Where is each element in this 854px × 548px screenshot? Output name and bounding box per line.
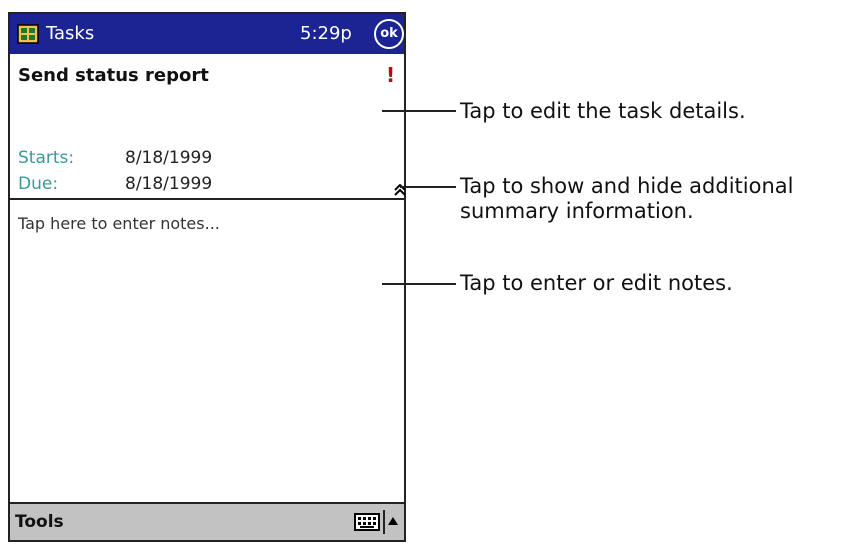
callout-show-hide-line2: summary information.	[460, 199, 694, 223]
notes-placeholder: Tap here to enter notes...	[18, 214, 220, 233]
app-title: Tasks	[46, 23, 95, 44]
callout-edit-notes: Tap to enter or edit notes.	[460, 271, 733, 295]
callout-edit-details: Tap to edit the task details.	[460, 99, 746, 123]
keyboard-icon[interactable]	[354, 513, 380, 531]
task-summary-panel[interactable]: Send status report ! Starts: 8/18/1999 D…	[10, 54, 406, 200]
clock[interactable]: 5:29p	[300, 23, 352, 44]
ok-button[interactable]: ok	[374, 19, 404, 49]
notes-area[interactable]: Tap here to enter notes...	[10, 200, 404, 504]
high-priority-icon: !	[386, 63, 396, 87]
due-date[interactable]: 8/18/1999	[125, 174, 212, 194]
starts-label: Starts:	[18, 148, 75, 168]
callout-show-hide-summary: Tap to show and hide additional summary …	[460, 174, 793, 224]
callout-line-details	[382, 110, 456, 112]
command-bar: Tools	[10, 502, 404, 540]
callout-show-hide-line1: Tap to show and hide additional	[460, 174, 794, 198]
pocketpc-screen: Tasks 5:29p ok Send status report ! Star…	[8, 12, 406, 542]
title-bar: Tasks 5:29p ok	[10, 14, 404, 54]
tasks-app-icon[interactable]	[16, 22, 40, 46]
tools-menu[interactable]: Tools	[15, 512, 64, 532]
callout-line-notes	[382, 283, 456, 285]
callout-line-summary	[400, 186, 456, 188]
input-panel-separator	[383, 510, 385, 534]
starts-date[interactable]: 8/18/1999	[125, 148, 212, 168]
up-arrow-icon[interactable]	[387, 516, 399, 526]
due-label: Due:	[18, 174, 59, 194]
task-title[interactable]: Send status report	[18, 65, 209, 86]
